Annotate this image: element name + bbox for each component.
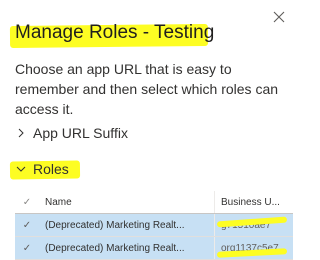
- close-icon: [273, 11, 285, 23]
- manage-roles-panel: Manage Roles - Testing Choose an app URL…: [0, 0, 300, 260]
- column-header-business-unit[interactable]: Business U...: [215, 191, 293, 213]
- panel-title: Manage Roles - Testing: [15, 22, 215, 43]
- table-row[interactable]: ✓ (Deprecated) Marketing Realt... g71510…: [15, 214, 293, 237]
- chevron-right-icon: [18, 128, 24, 138]
- checkmark-icon: ✓: [22, 196, 32, 208]
- chevron-down-icon: [16, 166, 26, 172]
- table-row[interactable]: ✓ (Deprecated) Marketing Realt... org113…: [15, 237, 293, 260]
- roles-grid: ✓ Name Business U... ✓ (Deprecated) Mark…: [15, 191, 293, 260]
- checkmark-icon: ✓: [22, 242, 32, 254]
- grid-header-row: ✓ Name Business U...: [15, 191, 293, 214]
- app-url-suffix-toggle[interactable]: App URL Suffix: [15, 125, 128, 141]
- role-name-cell: (Deprecated) Marketing Realt...: [39, 214, 215, 236]
- roles-label: Roles: [33, 161, 69, 177]
- app-url-suffix-label: App URL Suffix: [33, 125, 128, 141]
- select-all-checkbox[interactable]: ✓: [15, 197, 39, 208]
- panel-description: Choose an app URL that is easy to rememb…: [15, 61, 279, 117]
- roles-toggle[interactable]: Roles: [15, 161, 69, 177]
- close-button[interactable]: [272, 10, 286, 24]
- row-checkbox[interactable]: ✓: [15, 220, 39, 231]
- row-checkbox[interactable]: ✓: [15, 243, 39, 254]
- checkmark-icon: ✓: [22, 219, 32, 231]
- role-name-cell: (Deprecated) Marketing Realt...: [39, 237, 215, 259]
- business-unit-cell: g71510ae7: [215, 214, 293, 236]
- business-unit-cell: org1137c5e7: [215, 237, 293, 259]
- column-header-name[interactable]: Name: [39, 191, 215, 213]
